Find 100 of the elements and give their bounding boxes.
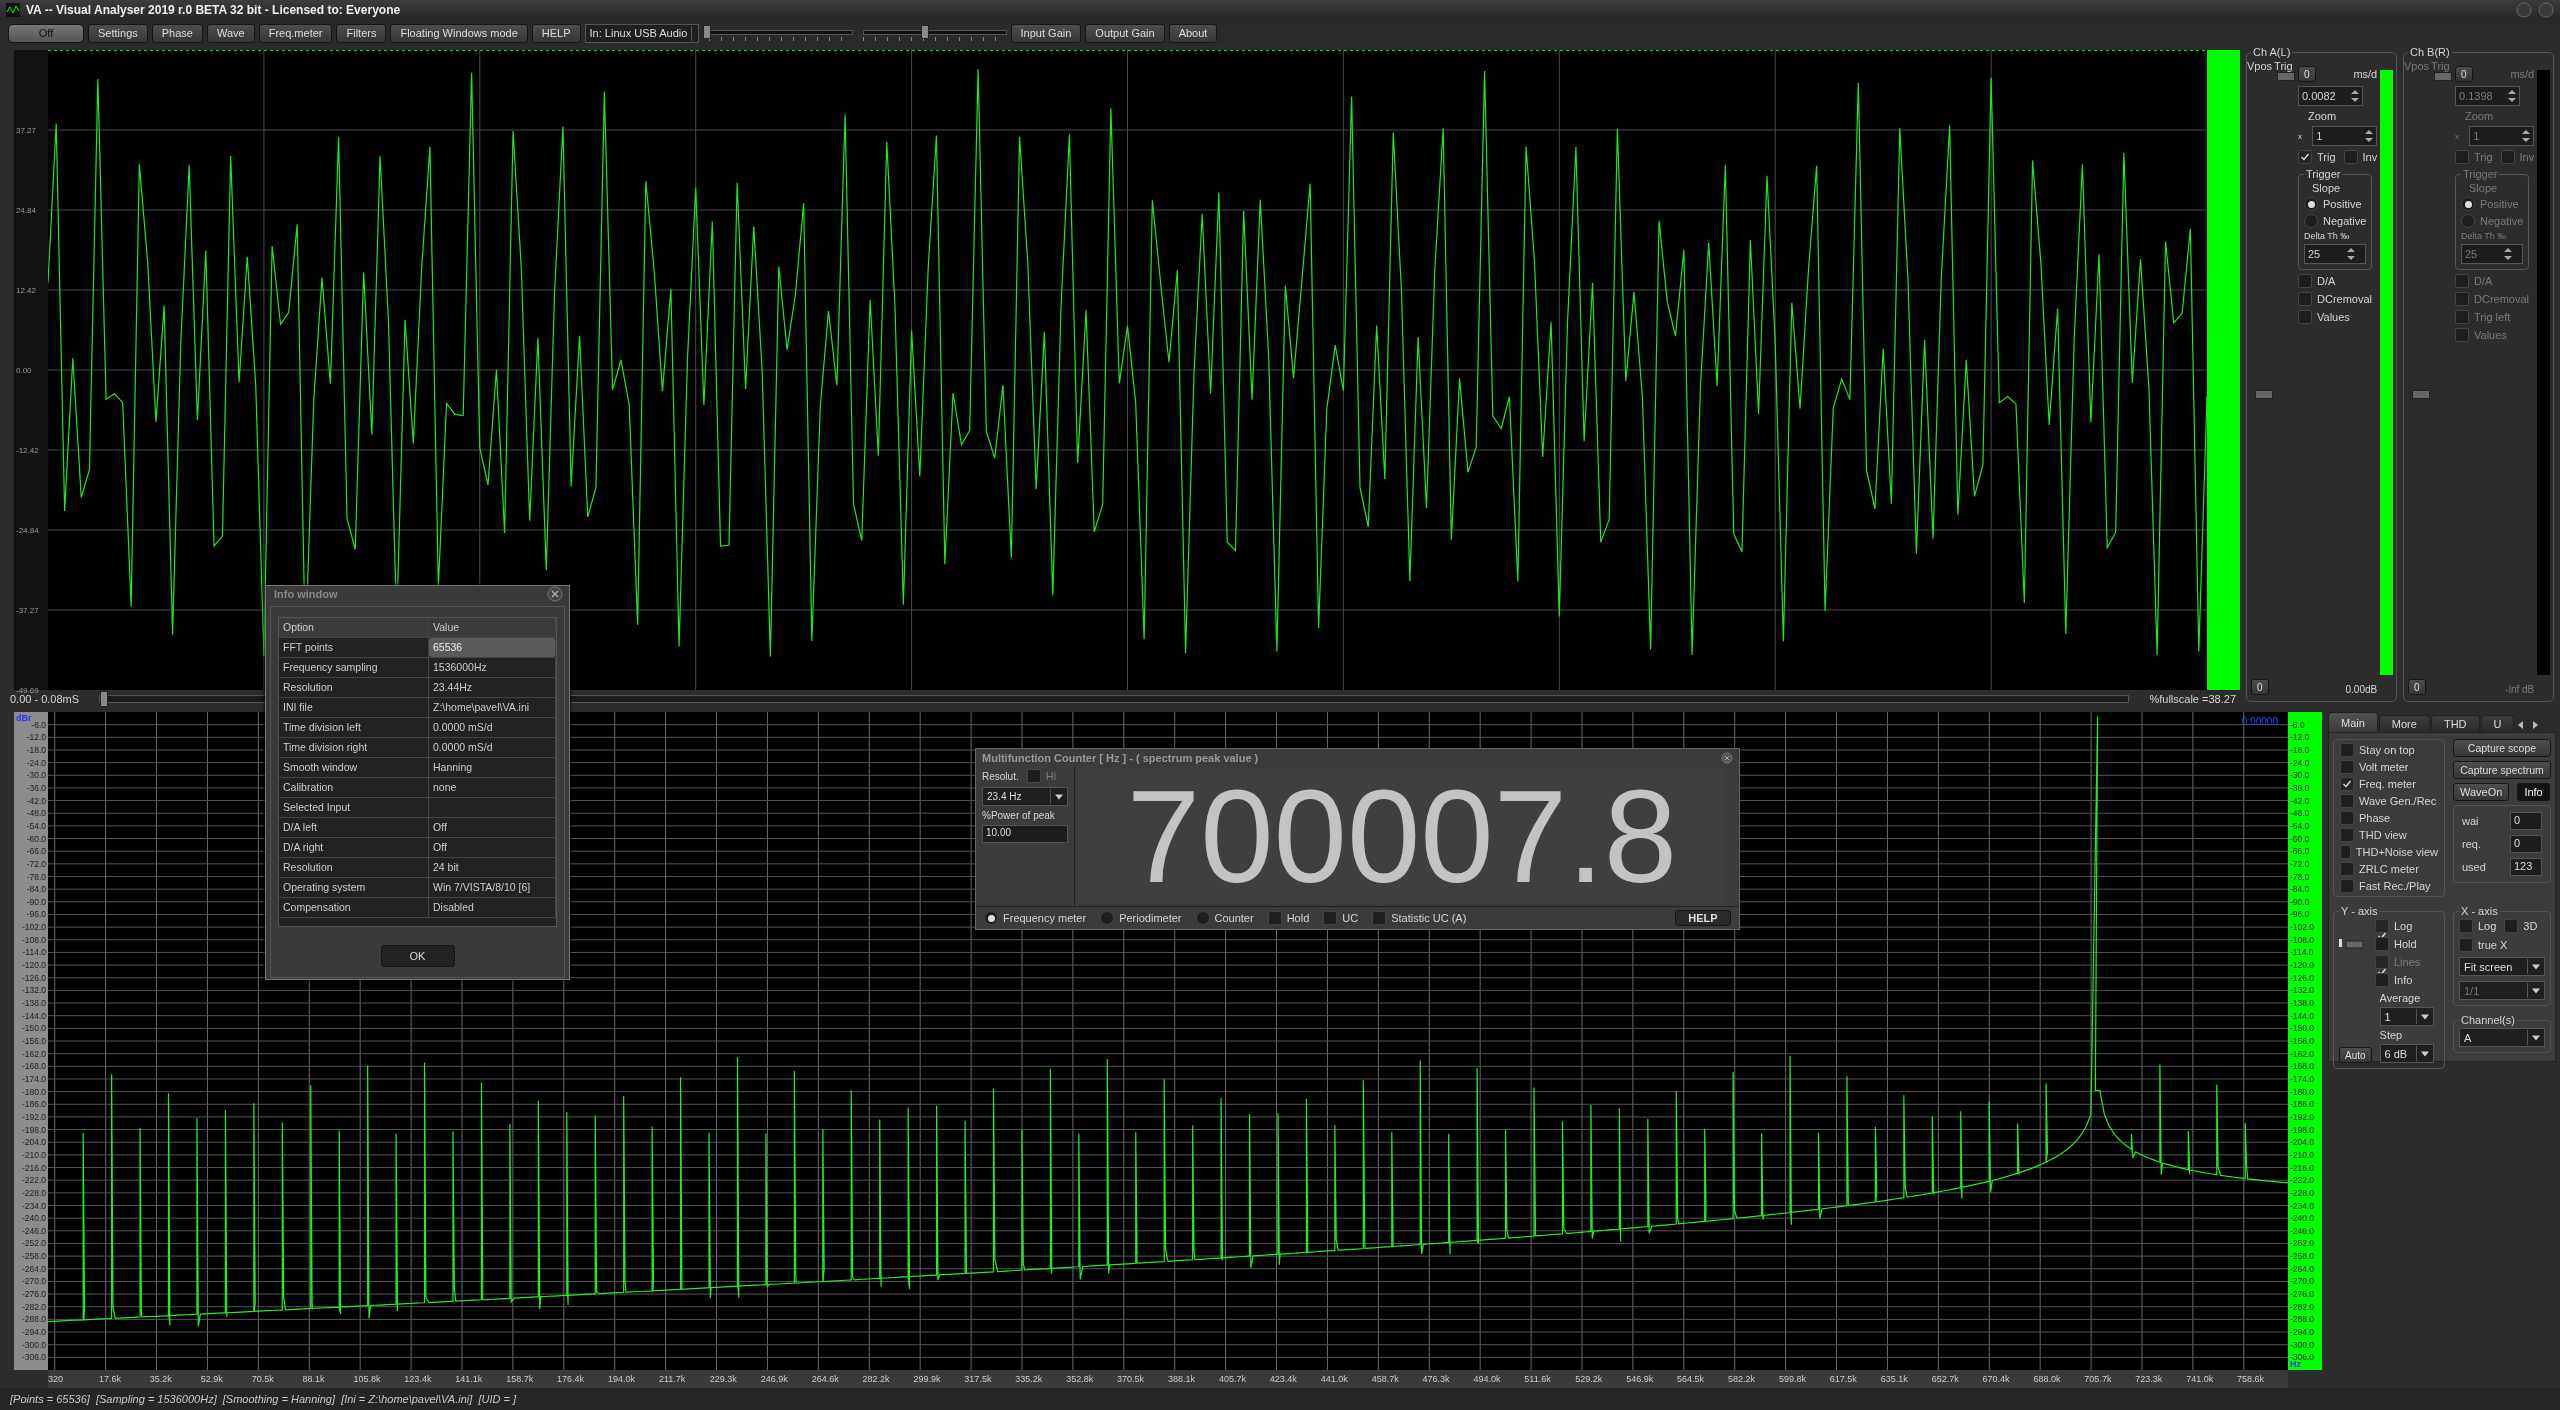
axis-label: -84.0 <box>26 884 46 895</box>
checkbox[interactable]: Info <box>2375 973 2421 987</box>
checkbox[interactable]: Phase <box>2340 811 2438 825</box>
vpos-label: Vpos <box>2404 60 2430 72</box>
checkbox[interactable]: 3D <box>2504 919 2538 933</box>
checkbox[interactable]: Stay on top <box>2340 743 2438 757</box>
toolbar-button[interactable]: Settings <box>88 23 148 43</box>
scale-dropdown[interactable]: Fit screen <box>2459 957 2545 976</box>
capture-button[interactable]: Capture scope <box>2453 739 2551 757</box>
counter-field[interactable]: 123 <box>2510 858 2542 876</box>
checkbox[interactable]: THD view <box>2340 828 2438 842</box>
input-dropdown[interactable]: In: Linux USB Audio <box>584 23 699 43</box>
toolbar-button[interactable]: Filters <box>336 23 387 43</box>
checkbox[interactable]: true X <box>2459 938 2508 952</box>
toolbar-button[interactable]: Output Gain <box>1085 23 1165 43</box>
zero-button[interactable]: 0 <box>2298 66 2316 82</box>
axis-label: 388.1k <box>1168 1374 1197 1384</box>
axis-label: -72.0 <box>2290 858 2310 869</box>
axis-label: -282.0 <box>2290 1301 2315 1312</box>
checkbox[interactable]: Log <box>2459 919 2497 933</box>
axis-label: 211.7k <box>658 1374 687 1384</box>
axis-label: -180.0 <box>2290 1086 2315 1097</box>
checkbox[interactable]: Log <box>2375 919 2421 933</box>
axis-label: -78.0 <box>26 871 46 882</box>
help-button[interactable]: HELP <box>1675 910 1731 926</box>
axis-label: -258.0 <box>21 1251 46 1262</box>
toolbar-button[interactable]: About <box>1168 23 1218 43</box>
axis-label: -108.0 <box>2290 934 2315 945</box>
gain-slider[interactable] <box>702 23 853 43</box>
trigger-level-handle[interactable] <box>2277 72 2295 81</box>
zoom-field[interactable]: 1 <box>2312 126 2378 146</box>
toolbar-button[interactable]: Input Gain <box>1010 23 1082 43</box>
counter-field[interactable]: 0 <box>2510 812 2542 830</box>
group-title: Channel(s) <box>2460 1014 2516 1026</box>
level-reading: -inf dB <box>2505 684 2535 695</box>
peak-value: 0.00000 <box>2241 716 2278 727</box>
checkbox[interactable]: Values <box>2298 310 2350 324</box>
auto-button[interactable]: Auto <box>2339 1047 2372 1063</box>
checkbox[interactable]: Hold <box>1267 911 1310 925</box>
time-division-field[interactable]: 0.0082 <box>2298 86 2363 106</box>
toolbar-button[interactable]: Floating Windows mode <box>390 23 528 43</box>
close-icon[interactable] <box>547 586 563 602</box>
table-cell: Time division right <box>279 738 429 757</box>
delta-threshold-label: Delta Th ‰ <box>2461 231 2508 241</box>
group-title: Trigger <box>2462 168 2499 180</box>
column-header: Option <box>279 618 429 637</box>
radio-button[interactable]: Negative <box>2304 214 2367 228</box>
slope-label: Slope <box>2312 182 2342 194</box>
reset-button[interactable]: 0 <box>2251 679 2269 695</box>
axis-label: 88.1k <box>302 1374 326 1384</box>
toolbar-button[interactable]: Phase <box>151 23 203 43</box>
resolution-dropdown[interactable]: 23.4 Hz <box>982 787 1068 806</box>
axis-label: 37.27 <box>16 125 37 135</box>
checkbox[interactable]: Hold <box>2375 937 2421 951</box>
checkbox[interactable]: Trig <box>2298 150 2336 164</box>
checkbox[interactable]: Fast Rec./Play <box>2340 879 2438 893</box>
toolbar-button[interactable]: Wave <box>206 23 255 43</box>
channel-dropdown[interactable]: A <box>2459 1028 2545 1047</box>
average-dropdown[interactable]: 1 <box>2379 1007 2434 1026</box>
table-cell: 1536000Hz <box>429 658 556 677</box>
checkbox[interactable]: Inv <box>2343 150 2378 164</box>
axis-label: 741.0k <box>2186 1374 2215 1384</box>
power-field[interactable]: 10.00 <box>982 825 1068 843</box>
toggle-button[interactable]: WaveOn <box>2453 783 2510 801</box>
tab[interactable]: THD <box>2430 715 2480 732</box>
table-cell: D/A left <box>279 818 429 837</box>
checkbox[interactable]: Volt meter <box>2340 760 2438 774</box>
checkbox[interactable]: THD+Noise view <box>2340 845 2438 859</box>
checkmark-icon <box>2342 779 2352 789</box>
close-icon[interactable] <box>1721 752 1733 764</box>
checkbox[interactable]: ZRLC meter <box>2340 862 2438 876</box>
axis-label: 352.8k <box>1066 1374 1095 1384</box>
radio-button[interactable]: Counter <box>1195 911 1254 925</box>
axis-label: -18.0 <box>2290 744 2310 755</box>
radio-button[interactable]: Periodimeter <box>1100 911 1182 925</box>
checkmark-icon <box>2300 152 2310 162</box>
radio-button[interactable]: Frequency meter <box>984 911 1087 925</box>
checkbox[interactable]: Statistic UC (A) <box>1372 911 1467 925</box>
delta-threshold-field[interactable]: 25 <box>2304 244 2367 264</box>
checkbox[interactable]: UC <box>1323 911 1359 925</box>
radio-button[interactable]: Positive <box>2304 197 2367 211</box>
checkbox[interactable]: Wave Gen./Rec <box>2340 794 2438 808</box>
step-dropdown[interactable]: 6 dB <box>2379 1044 2434 1063</box>
checkbox[interactable]: D/A <box>2298 274 2336 288</box>
checkbox[interactable]: DCremoval <box>2298 292 2372 306</box>
fullscale-label: %fullscale =38.27 <box>2149 693 2236 705</box>
vpos-slider-thumb[interactable] <box>2255 389 2273 399</box>
ok-button[interactable]: OK <box>380 945 455 967</box>
checkbox[interactable]: Freq. meter <box>2340 777 2438 791</box>
toolbar-button[interactable]: Freq.meter <box>258 23 333 43</box>
tab[interactable]: U <box>2480 715 2515 732</box>
tab[interactable]: Main <box>2328 712 2378 732</box>
counter-field[interactable]: 0 <box>2510 835 2542 853</box>
axis-label: 141.1k <box>455 1374 484 1384</box>
toggle-button[interactable]: Info <box>2517 783 2550 801</box>
slider-icon[interactable] <box>2339 939 2365 949</box>
tab[interactable]: More <box>2378 715 2430 732</box>
capture-button[interactable]: Capture spectrum <box>2453 761 2551 779</box>
toolbar-button[interactable]: HELP <box>531 23 581 43</box>
axis-label: 335.2k <box>1015 1374 1044 1384</box>
